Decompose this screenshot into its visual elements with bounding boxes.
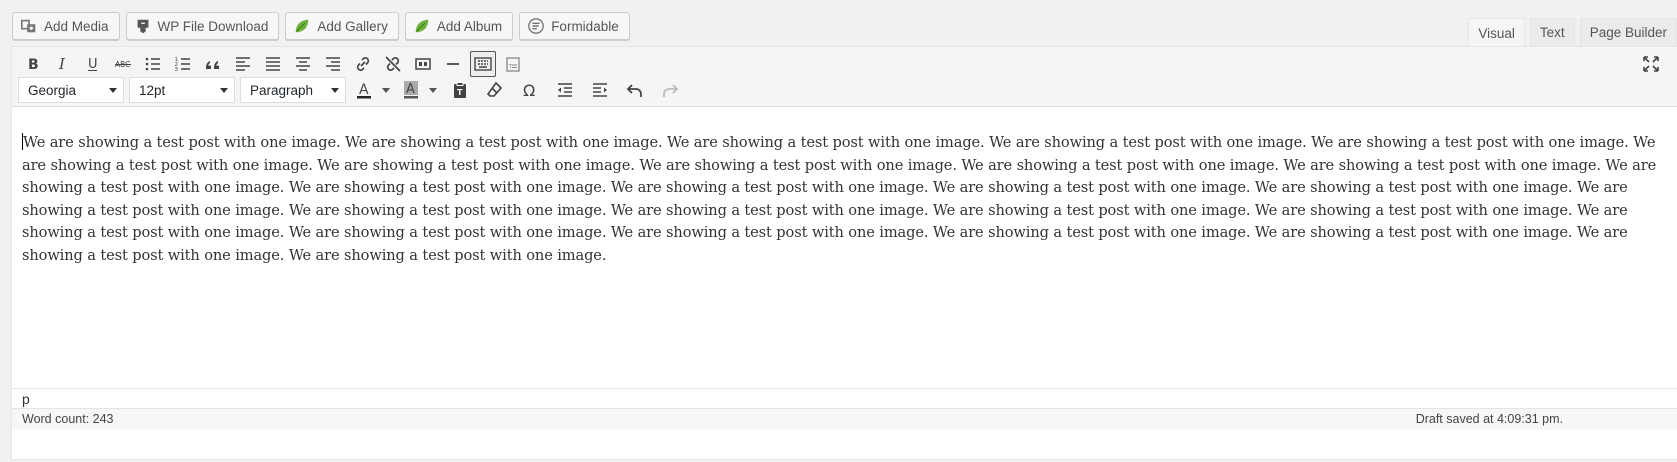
wp-file-download-label: WP File Download — [157, 18, 269, 34]
toolbar-row-1: B I U ABC 123 T — [18, 51, 528, 77]
editor-tabs: Visual Text Page Builder — [1468, 18, 1677, 47]
insert-more-icon[interactable] — [408, 51, 438, 77]
blockquote-icon[interactable] — [198, 51, 228, 77]
background-color-icon: A — [404, 81, 418, 99]
media-buttons-bar: Add Media WP File Download Add Gallery A… — [12, 12, 630, 40]
editor: B I U ABC 123 T Georgia 12pt Paragraph A… — [11, 46, 1677, 460]
word-count: Word count: 243 — [22, 412, 114, 426]
editor-toolbar: B I U ABC 123 T Georgia 12pt Paragraph A… — [12, 47, 1677, 107]
svg-text:T: T — [457, 88, 463, 97]
redo-icon[interactable] — [655, 77, 685, 103]
text-color-button[interactable]: A — [351, 77, 393, 103]
italic-icon[interactable]: I — [48, 51, 78, 77]
horizontal-rule-icon[interactable] — [438, 51, 468, 77]
align-center-icon[interactable] — [288, 51, 318, 77]
paste-clipboard-icon[interactable]: T — [445, 77, 475, 103]
toolbar-toggle-icon[interactable] — [470, 51, 496, 77]
chevron-down-icon — [382, 87, 390, 93]
chevron-down-icon — [220, 87, 228, 93]
tab-page-builder[interactable]: Page Builder — [1579, 18, 1677, 46]
text-color-icon: A — [357, 82, 371, 99]
underline-icon[interactable]: U — [78, 51, 108, 77]
link-icon[interactable] — [348, 51, 378, 77]
svg-text:I: I — [58, 55, 66, 73]
font-size-value: 12pt — [139, 82, 166, 98]
add-album-label: Add Album — [436, 18, 503, 34]
indent-icon[interactable] — [585, 77, 615, 103]
svg-text:U: U — [88, 57, 98, 72]
align-left-icon[interactable] — [228, 51, 258, 77]
element-path[interactable]: p — [22, 391, 30, 407]
chevron-down-icon — [429, 87, 437, 93]
clear-formatting-icon[interactable] — [480, 77, 510, 103]
background-color-button[interactable]: A — [398, 77, 440, 103]
media-icon — [20, 17, 38, 35]
font-size-select[interactable]: 12pt — [129, 77, 235, 103]
element-path-bar: p — [12, 388, 1677, 408]
post-status-info: Word count: 243 Draft saved at 4:09:31 p… — [12, 408, 1677, 430]
bullet-list-icon[interactable] — [138, 51, 168, 77]
add-gallery-button[interactable]: Add Gallery — [285, 12, 399, 40]
chevron-down-icon — [109, 87, 117, 93]
toolbar-row-2: Georgia 12pt Paragraph A A T Ω — [18, 77, 685, 103]
tab-text[interactable]: Text — [1529, 18, 1575, 46]
undo-icon[interactable] — [620, 77, 650, 103]
editor-content[interactable]: We are showing a test post with one imag… — [22, 132, 1677, 268]
outdent-icon[interactable] — [550, 77, 580, 103]
align-justify-icon[interactable] — [258, 51, 288, 77]
align-right-icon[interactable] — [318, 51, 348, 77]
formidable-button[interactable]: Formidable — [519, 12, 630, 40]
add-album-button[interactable]: Add Album — [404, 12, 514, 40]
svg-text:A: A — [406, 82, 415, 97]
font-family-value: Georgia — [28, 82, 77, 98]
add-media-label: Add Media — [44, 18, 109, 34]
unlink-icon[interactable] — [378, 51, 408, 77]
leaf-icon — [293, 17, 311, 35]
svg-text:Ω: Ω — [523, 81, 535, 100]
post-body-text: We are showing a test post with one imag… — [22, 134, 1657, 264]
formidable-icon — [527, 17, 545, 35]
font-family-select[interactable]: Georgia — [18, 77, 124, 103]
download-icon — [134, 17, 152, 35]
numbered-list-icon[interactable]: 123 — [168, 51, 198, 77]
chevron-down-icon — [331, 87, 339, 93]
format-value: Paragraph — [250, 82, 314, 98]
tab-visual[interactable]: Visual — [1468, 18, 1525, 47]
svg-text:B: B — [28, 57, 39, 73]
format-select[interactable]: Paragraph — [240, 77, 346, 103]
svg-text:3: 3 — [175, 67, 179, 73]
leaf-icon — [413, 17, 431, 35]
svg-text:T: T — [508, 64, 513, 71]
add-media-button[interactable]: Add Media — [12, 12, 120, 40]
fullscreen-icon[interactable] — [1636, 51, 1666, 77]
bold-icon[interactable]: B — [18, 51, 48, 77]
formidable-label: Formidable — [551, 18, 619, 34]
svg-text:A: A — [359, 82, 369, 98]
add-gallery-label: Add Gallery — [317, 18, 388, 34]
strikethrough-icon[interactable]: ABC — [108, 51, 138, 77]
paste-text-icon[interactable]: T — [498, 51, 528, 77]
special-character-icon[interactable]: Ω — [515, 77, 545, 103]
autosave-status: Draft saved at 4:09:31 pm. — [1415, 412, 1563, 426]
wp-file-download-button[interactable]: WP File Download — [125, 12, 280, 40]
